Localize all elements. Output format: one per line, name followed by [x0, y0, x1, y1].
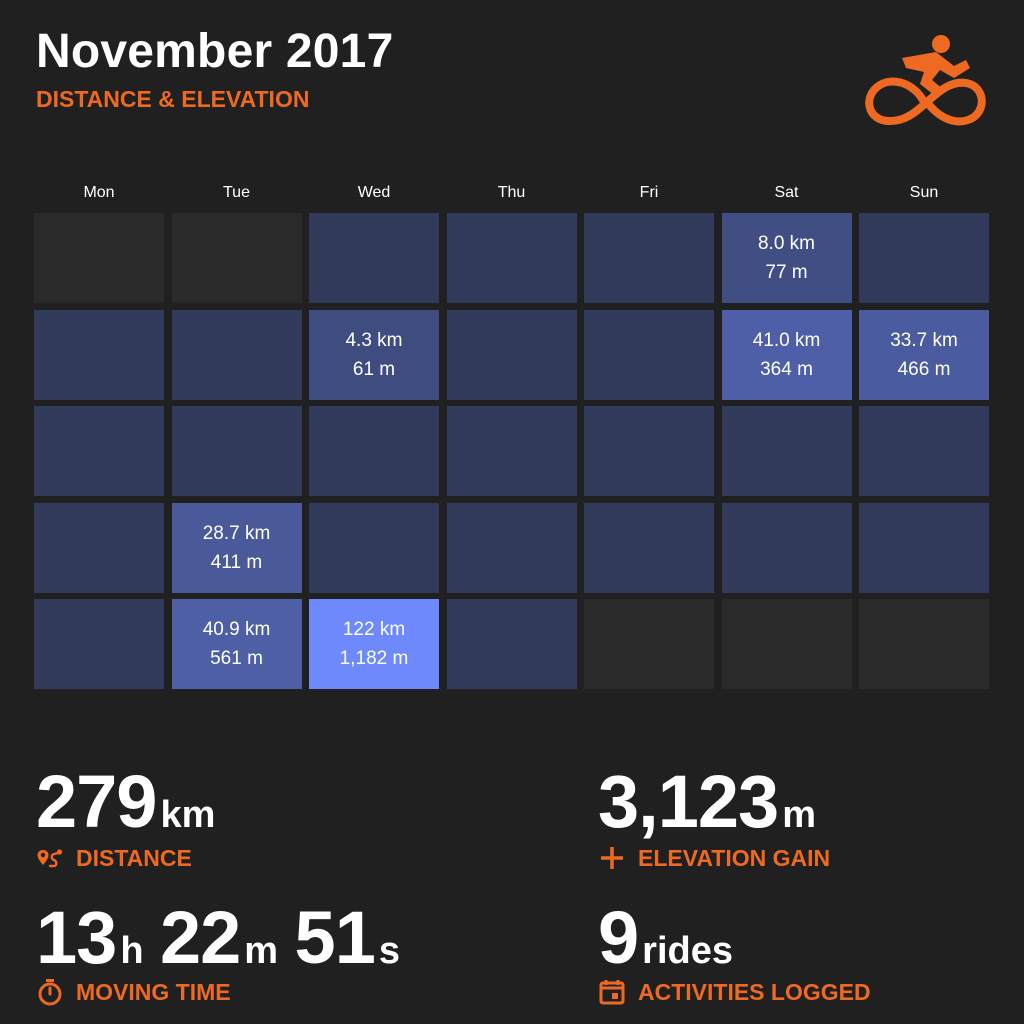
page-subtitle: DISTANCE & ELEVATION [36, 86, 310, 112]
day-elevation: 561 m [210, 648, 263, 669]
day-elevation: 364 m [760, 358, 813, 380]
calendar-day[interactable] [446, 599, 577, 689]
calendar-day[interactable] [34, 309, 164, 400]
calendar-day[interactable] [584, 213, 714, 303]
calendar-day[interactable] [859, 213, 989, 303]
calendar-day[interactable] [34, 502, 164, 593]
calendar-day[interactable]: 41.0 km 364 m [721, 309, 852, 400]
calendar-day[interactable] [446, 502, 577, 593]
elevation-stat: 3,123 m ELEVATION GAIN [598, 762, 830, 872]
day-elevation: 1,182 m [339, 648, 409, 669]
weekday-fri: Fri [639, 184, 659, 201]
distance-stat: 279 km DISTANCE [36, 762, 215, 872]
day-elevation: 466 m [897, 358, 951, 380]
calendar-day[interactable] [584, 406, 714, 496]
weekday-tue: Tue [223, 184, 250, 201]
weekday-thu: Thu [497, 184, 526, 201]
calendar-day-outside-month [721, 599, 852, 689]
calendar-day[interactable] [584, 309, 714, 400]
calendar-day-outside-month [171, 213, 302, 303]
minutes-value: 22 [159, 896, 241, 979]
distance-unit: km [160, 794, 216, 836]
calendar-heatmap: 8.0 km 77 m 4.3 km 61 m 41.0 km 364 m 33.7 km 4… [34, 213, 989, 689]
calendar-day[interactable] [721, 502, 852, 593]
calendar-day-outside-month [34, 213, 164, 303]
calendar-icon [599, 980, 625, 1005]
calendar-day[interactable] [859, 406, 989, 496]
elevation-value: 3,123 [598, 760, 779, 843]
distance-value: 279 [36, 760, 157, 843]
day-distance: 28.7 km [202, 522, 271, 544]
elevation-label: ELEVATION GAIN [638, 845, 831, 871]
calendar-day-outside-month [584, 599, 714, 689]
day-elevation: 77 m [765, 262, 808, 283]
elevation-unit: m [782, 794, 816, 836]
calendar-day-outside-month [859, 599, 989, 689]
calendar-day[interactable] [584, 502, 714, 593]
weekday-mon: Mon [83, 184, 115, 201]
hours-value: 13 [36, 896, 117, 979]
moving-time-label: MOVING TIME [76, 979, 231, 1005]
calendar-day[interactable] [34, 406, 164, 496]
weekday-wed: Wed [357, 184, 391, 201]
calendar-day[interactable] [171, 406, 302, 496]
calendar-day[interactable]: 40.9 km 561 m [171, 599, 302, 689]
calendar-day[interactable] [309, 502, 439, 593]
page-title: November 2017 [36, 25, 394, 78]
distance-label: DISTANCE [76, 845, 192, 871]
calendar-day[interactable] [446, 406, 577, 496]
calendar-day[interactable] [34, 599, 164, 689]
moving-time-stat: 13 h 22 m 51 s MOVING TIME [36, 898, 400, 1006]
route-pin-icon [37, 849, 63, 868]
calendar-day[interactable] [446, 309, 577, 400]
calendar-day[interactable]: 33.7 km 466 m [859, 309, 989, 400]
day-distance: 40.9 km [202, 619, 271, 640]
weekday-sat: Sat [774, 184, 799, 201]
calendar-day[interactable] [859, 502, 989, 593]
weekday-header: Mon Tue Wed Thu Fri Sat Sun [34, 182, 989, 204]
calendar-day[interactable]: 122 km 1,182 m [309, 599, 439, 689]
stopwatch-icon [38, 979, 62, 1006]
calendar-day[interactable]: 28.7 km 411 m [171, 502, 302, 593]
day-elevation: 61 m [352, 358, 396, 380]
activities-label: ACTIVITIES LOGGED [638, 979, 871, 1005]
activities-unit: rides [642, 930, 733, 972]
calendar-day[interactable]: 4.3 km 61 m [309, 309, 439, 400]
day-distance: 122 km [342, 619, 406, 640]
calendar-day[interactable] [446, 213, 577, 303]
seconds-unit: s [378, 930, 400, 972]
activities-value: 9 [598, 896, 639, 979]
calendar-day[interactable] [309, 213, 439, 303]
activities-stat: 9 rides ACTIVITIES LOGGED [598, 898, 871, 1006]
seconds-value: 51 [294, 896, 376, 979]
hours-unit: h [120, 930, 144, 972]
weekday-sun: Sun [909, 184, 939, 201]
calendar-day[interactable] [309, 406, 439, 496]
day-distance: 8.0 km [757, 233, 816, 254]
cyclist-icon [865, 35, 986, 126]
day-distance: 41.0 km [752, 329, 821, 351]
plus-icon [601, 847, 623, 869]
day-elevation: 411 m [210, 551, 263, 573]
calendar-day[interactable]: 8.0 km 77 m [721, 213, 852, 303]
calendar-day[interactable] [171, 309, 302, 400]
day-distance: 33.7 km [890, 329, 958, 351]
minutes-unit: m [244, 930, 279, 972]
day-distance: 4.3 km [345, 329, 403, 351]
calendar-day[interactable] [721, 406, 852, 496]
